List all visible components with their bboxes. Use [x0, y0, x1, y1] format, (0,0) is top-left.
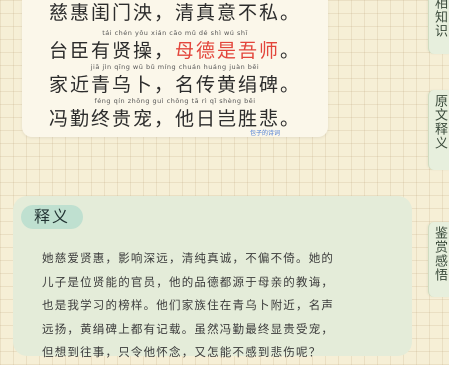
tab-knowledge-label: 相知识	[432, 0, 447, 38]
watermark: 包子的诗词	[250, 130, 281, 137]
tab-appreciation[interactable]: 鉴赏感悟	[428, 222, 449, 297]
poem-line-1: 慈惠闺门泱，清真意不私。	[48, 2, 301, 24]
tab-original-meaning-label: 原文释义	[432, 94, 447, 150]
poem-card: 慈惠闺门泱，清真意不私。 tái chén yǒu xián cāo mǔ dé…	[22, 0, 328, 137]
highlighted-phrase: 母德是吾师	[174, 40, 280, 62]
tab-appreciation-label: 鉴赏感悟	[432, 226, 447, 282]
poem-line-3: 家近青乌卜，名传黄绢碑。	[48, 74, 301, 96]
explanation-text: 她慈爱贤惠，影响深远，清纯真诚，不偏不倚。她的 儿子是位贤能的官员，他的品德都源…	[42, 251, 335, 359]
tab-knowledge[interactable]: 相知识	[428, 0, 449, 54]
poem-line-4: 冯勤终贵宠，他日岂胜悲。	[48, 108, 301, 130]
poem-line-2: 台臣有贤操，母德是吾师。	[48, 40, 302, 62]
tab-original-meaning[interactable]: 原文释义	[428, 90, 449, 170]
explanation-title: 释义	[21, 205, 83, 229]
